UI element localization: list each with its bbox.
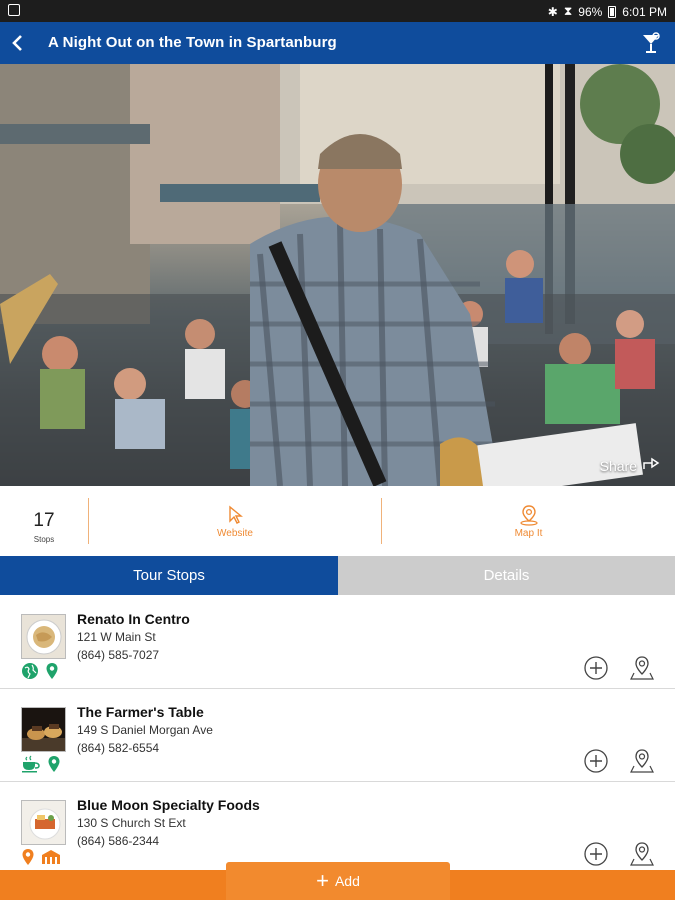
page-title: A Night Out on the Town in Spartanburg [48, 34, 337, 51]
stop-tags [21, 755, 61, 773]
share-label: Share [599, 457, 637, 474]
teacup-icon [22, 755, 40, 773]
map-it-label: Map It [514, 528, 543, 539]
concert-photo [0, 64, 675, 486]
website-pointer-icon [229, 505, 243, 524]
stops-count-label: Stops [33, 535, 55, 544]
stop-address: 121 W Main St [77, 630, 156, 644]
add-label: Add [334, 873, 360, 889]
map-pin-icon [48, 756, 60, 772]
tab-tour-stops[interactable]: Tour Stops [0, 556, 338, 595]
stop-address: 149 S Daniel Morgan Ave [77, 723, 213, 737]
list-item[interactable]: The Farmer's Table 149 S Daniel Morgan A… [0, 689, 675, 782]
share-button[interactable]: Share [600, 457, 661, 474]
tour-stats: 17 Stops Website Map It [0, 486, 675, 556]
stop-thumbnail [21, 800, 66, 845]
barn-icon [42, 850, 60, 864]
back-arrow-icon[interactable] [10, 32, 30, 54]
bluetooth-icon: ✱ [547, 4, 558, 19]
clock: 6:01 PM [622, 4, 667, 19]
notification-icon [8, 4, 20, 16]
add-to-itinerary-icon[interactable] [584, 749, 608, 773]
website-button[interactable]: Website [89, 486, 381, 556]
stop-phone[interactable]: (864) 582-6554 [77, 741, 159, 755]
stop-tags [21, 848, 61, 866]
add-to-itinerary-icon[interactable] [584, 656, 608, 680]
stop-thumbnail [21, 614, 66, 659]
share-icon [643, 457, 661, 474]
stop-phone[interactable]: (864) 586-2344 [77, 834, 159, 848]
app-bar: A Night Out on the Town in Spartanburg [0, 22, 675, 64]
tab-details[interactable]: Details [338, 556, 675, 595]
globe-icon [22, 663, 38, 679]
status-bar: ✱ ⧗ 96% 6:01 PM [0, 0, 675, 22]
map-location-icon[interactable] [630, 841, 654, 867]
stop-name: Renato In Centro [77, 611, 190, 627]
stop-address: 130 S Church St Ext [77, 816, 186, 830]
map-pin-icon [22, 849, 34, 865]
website-label: Website [217, 528, 253, 539]
map-pin-icon [46, 663, 58, 679]
stop-thumbnail [21, 707, 66, 752]
vibrate-icon: ⧗ [563, 4, 573, 18]
map-location-icon[interactable] [630, 748, 654, 774]
stop-name: Blue Moon Specialty Foods [77, 797, 260, 813]
hero-image: Share [0, 64, 675, 486]
add-button[interactable]: + Add [226, 862, 450, 900]
map-pin-outline-icon [519, 505, 538, 526]
stop-name: The Farmer's Table [77, 704, 204, 720]
add-to-itinerary-icon[interactable] [584, 842, 608, 866]
battery-percent: 96% [578, 4, 603, 19]
cocktail-icon[interactable] [641, 32, 661, 54]
status-right: ✱ ⧗ 96% 6:01 PM [548, 4, 667, 19]
map-it-button[interactable]: Map It [382, 486, 675, 556]
stops-count-value: 17 [33, 510, 55, 531]
map-location-icon[interactable] [630, 655, 654, 681]
stop-phone[interactable]: (864) 585-7027 [77, 648, 159, 662]
tour-stop-list: Renato In Centro 121 W Main St (864) 585… [0, 596, 675, 875]
plus-icon: + [316, 868, 329, 893]
list-item[interactable]: Renato In Centro 121 W Main St (864) 585… [0, 596, 675, 689]
tab-bar: Tour Stops Details [0, 556, 675, 595]
stop-tags [21, 662, 59, 680]
stops-count: 17 Stops [0, 486, 88, 556]
battery-icon [608, 5, 617, 18]
